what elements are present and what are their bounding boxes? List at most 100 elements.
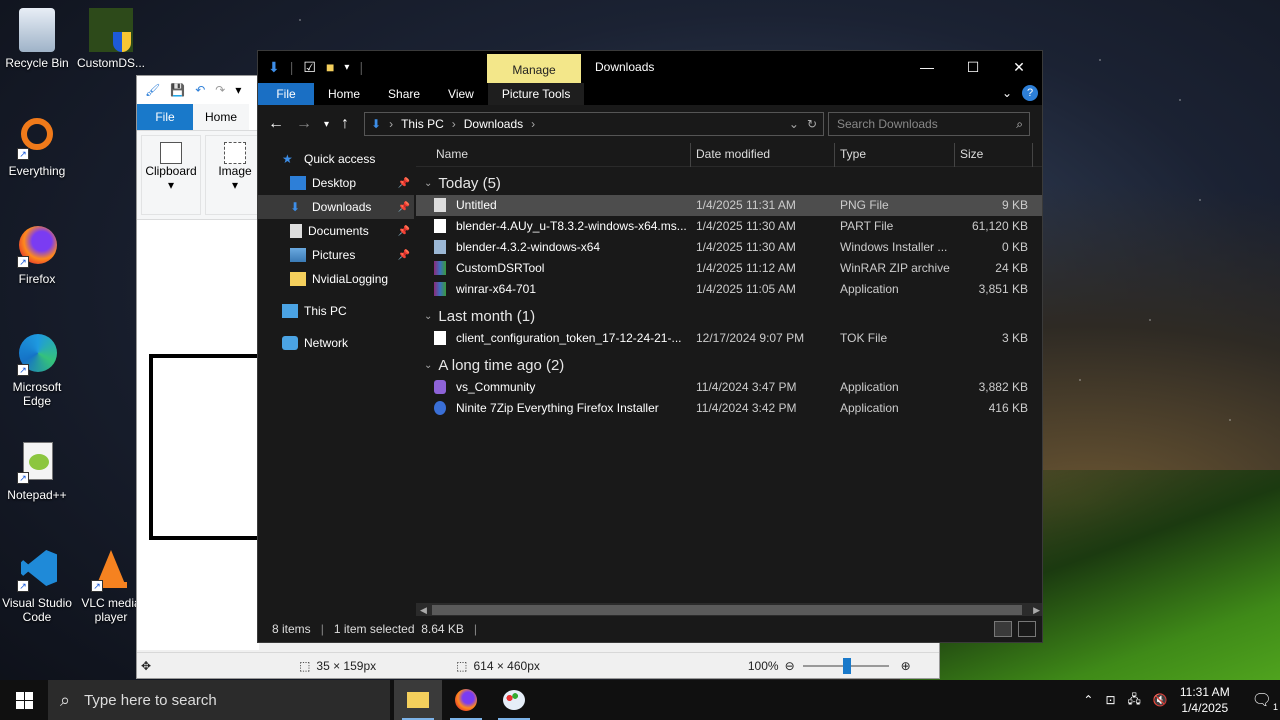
show-hidden-icons-chevron[interactable]: ⌃ (1083, 693, 1093, 707)
nav-documents[interactable]: Documents 📌 (258, 219, 414, 243)
zoom-slider-thumb[interactable] (842, 657, 851, 674)
list-item[interactable]: winrar-x64-701 1/4/2025 11:05 AM Applica… (416, 279, 1042, 300)
nav-downloads[interactable]: ⬇ Downloads 📌 (258, 195, 414, 219)
back-button[interactable]: ← (268, 115, 284, 133)
group-header-today[interactable]: ⌄ Today (5) (416, 171, 1042, 195)
tab-view[interactable]: View (434, 83, 488, 105)
zoom-slider[interactable] (802, 657, 889, 674)
paint-tab-file[interactable]: File (137, 104, 193, 130)
tab-picture-tools[interactable]: Picture Tools (487, 83, 585, 105)
horizontal-scrollbar[interactable]: ◀ ▶ (416, 603, 1042, 617)
image-group[interactable]: Image ▾ (205, 135, 265, 215)
column-name[interactable]: Name (436, 147, 468, 161)
column-separator[interactable] (1032, 143, 1033, 167)
clipboard-group[interactable]: Clipboard ▾ (141, 135, 201, 215)
tab-share[interactable]: Share (374, 83, 434, 105)
taskbar-paint[interactable] (490, 680, 538, 720)
taskbar: ⌕ Type here to search ⌃ ⊡ 🖧 🔇 11:31 AM 1… (0, 680, 1280, 720)
paint-tab-home[interactable]: Home (193, 104, 249, 130)
manage-context-tab[interactable]: Manage (487, 54, 581, 83)
column-separator[interactable] (954, 143, 955, 167)
list-item[interactable]: CustomDSRTool 1/4/2025 11:12 AM WinRAR Z… (416, 258, 1042, 279)
recent-locations-button[interactable]: ▾ (324, 119, 329, 130)
search-input[interactable]: Search Downloads ⌕ (828, 112, 1030, 136)
address-bar[interactable]: ⬇ › This PC › Downloads › ⌄ ↻ (364, 112, 824, 136)
customize-dropdown-icon[interactable]: ▾ (235, 83, 241, 97)
taskbar-file-explorer[interactable] (394, 680, 442, 720)
breadcrumb-chevron-icon[interactable]: › (531, 117, 535, 131)
zoom-out-button[interactable]: ⊖ (785, 659, 795, 673)
zoom-in-button[interactable]: ⊕ (901, 659, 911, 673)
network-icon[interactable]: 🖧 (1128, 690, 1141, 711)
start-button[interactable] (0, 680, 48, 720)
list-item[interactable]: Untitled 1/4/2025 11:31 AM PNG File 9 KB (416, 195, 1042, 216)
desktop-icon-recycle-bin[interactable]: Recycle Bin (0, 8, 74, 70)
breadcrumb-downloads[interactable]: Downloads (464, 117, 523, 131)
up-button[interactable]: ↑ (341, 115, 349, 133)
new-folder-icon[interactable]: ■ (326, 59, 334, 75)
group-header-long-time-ago[interactable]: ⌄ A long time ago (2) (416, 353, 1042, 377)
taskbar-firefox[interactable] (442, 680, 490, 720)
breadcrumb-chevron-icon[interactable]: › (389, 117, 393, 131)
tab-file[interactable]: File (258, 83, 314, 105)
column-type[interactable]: Type (840, 147, 866, 161)
properties-icon[interactable]: ☑ (303, 59, 316, 76)
desktop-icon-notepadpp[interactable]: ↗ Notepad++ (0, 440, 74, 502)
undo-icon[interactable]: ↶ (195, 83, 205, 97)
maximize-button[interactable]: ☐ (950, 51, 996, 83)
address-dropdown-icon[interactable]: ⌄ (789, 117, 799, 131)
scrollbar-thumb[interactable] (432, 605, 1022, 615)
desktop-icon-everything[interactable]: ↗ Everything (0, 116, 74, 178)
list-item[interactable]: client_configuration_token_17-12-24-21-.… (416, 328, 1042, 349)
column-separator[interactable] (690, 143, 691, 167)
tray-app-icon[interactable]: ⊡ (1105, 693, 1115, 707)
save-icon[interactable]: 💾 (170, 83, 185, 97)
selection-info: 1 item selected 8.64 KB (333, 622, 464, 636)
volume-muted-icon[interactable]: 🔇 (1153, 693, 1168, 707)
nav-nvidialogging[interactable]: NvidiaLogging (258, 267, 414, 291)
details-view-icon[interactable] (994, 621, 1012, 637)
help-icon[interactable]: ? (1022, 85, 1038, 101)
tab-home[interactable]: Home (314, 83, 374, 105)
forward-button[interactable]: → (296, 115, 312, 133)
paint-canvas[interactable] (137, 220, 261, 650)
scroll-right-icon[interactable]: ▶ (1033, 603, 1040, 617)
explorer-titlebar[interactable]: ⬇ | ☑ ■ ▾ | Manage Downloads — ☐ ✕ (258, 51, 1042, 83)
desktop-icon-customdsr[interactable]: CustomDS... (74, 8, 148, 70)
refresh-icon[interactable]: ↻ (807, 117, 817, 131)
list-item[interactable]: blender-4.3.2-windows-x64 1/4/2025 11:30… (416, 237, 1042, 258)
column-size[interactable]: Size (960, 147, 983, 161)
breadcrumb-chevron-icon[interactable]: › (452, 117, 456, 131)
large-icons-view-icon[interactable] (1018, 621, 1036, 637)
column-separator[interactable] (834, 143, 835, 167)
minimize-button[interactable]: — (904, 51, 950, 83)
file-explorer-window[interactable]: ⬇ | ☑ ■ ▾ | Manage Downloads — ☐ ✕ File … (257, 50, 1043, 643)
list-item[interactable]: vs_Community 11/4/2024 3:47 PM Applicati… (416, 377, 1042, 398)
image-size-icon: ⬚ (456, 658, 468, 673)
close-button[interactable]: ✕ (996, 51, 1042, 83)
column-date-modified[interactable]: Date modified (696, 147, 770, 161)
list-item[interactable]: blender-4.AUy_u-T8.3.2-windows-x64.ms...… (416, 216, 1042, 237)
nav-desktop[interactable]: Desktop 📌 (258, 171, 414, 195)
shortcut-arrow-icon: ↗ (17, 148, 29, 160)
file-list-pane[interactable]: Name Date modified Type Size ⌄ Today (5)… (416, 143, 1042, 603)
group-header-last-month[interactable]: ⌄ Last month (1) (416, 304, 1042, 328)
redo-icon[interactable]: ↷ (215, 83, 225, 97)
pin-icon: 📌 (397, 177, 410, 189)
customize-dropdown-icon[interactable]: ▾ (344, 62, 349, 73)
breadcrumb-this-pc[interactable]: This PC (401, 117, 444, 131)
list-item[interactable]: Ninite 7Zip Everything Firefox Installer… (416, 398, 1042, 419)
winrar-archive-icon (434, 261, 446, 275)
desktop-icon-edge[interactable]: ↗ Microsoft Edge (0, 332, 74, 408)
desktop-icon-vscode[interactable]: ↗ Visual Studio Code (0, 548, 74, 624)
nav-quick-access[interactable]: ★ Quick access (258, 147, 414, 171)
taskbar-search-input[interactable]: ⌕ Type here to search (48, 680, 390, 720)
desktop-icon-firefox[interactable]: ↗ Firefox (0, 224, 74, 286)
clock[interactable]: 11:31 AM 1/4/2025 (1180, 684, 1230, 716)
expand-ribbon-icon[interactable]: ⌄ (1002, 86, 1012, 100)
nav-pictures[interactable]: Pictures 📌 (258, 243, 414, 267)
scroll-left-icon[interactable]: ◀ (420, 603, 427, 617)
notifications-icon[interactable]: 🗨 1 (1252, 690, 1278, 712)
nav-this-pc[interactable]: This PC (258, 299, 414, 323)
nav-network[interactable]: Network (258, 331, 414, 355)
